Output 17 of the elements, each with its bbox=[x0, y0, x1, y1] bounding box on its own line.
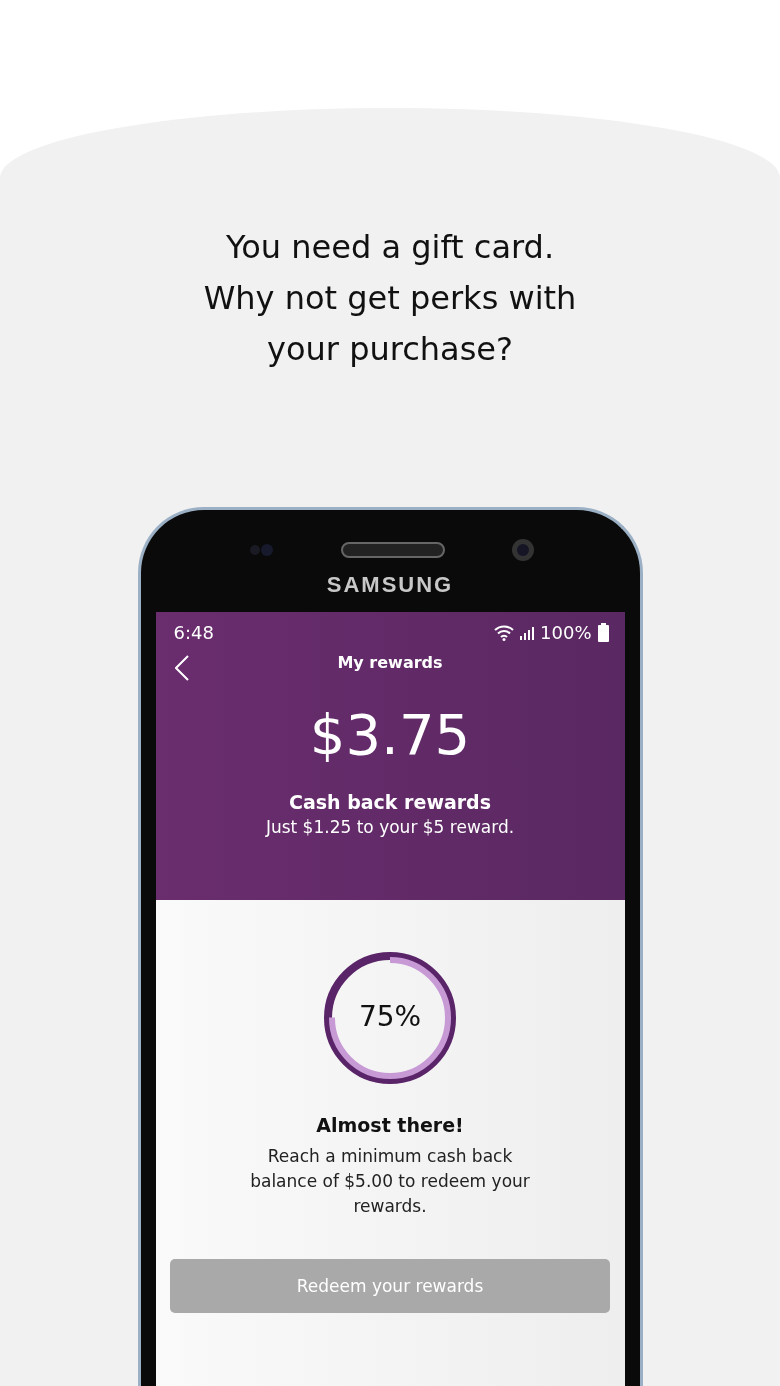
camera-icon bbox=[511, 538, 535, 562]
progress-percent: 75% bbox=[357, 1000, 423, 1033]
message-text: Reach a minimum cash back balance of $5.00 to redeem your rewards. bbox=[249, 1145, 531, 1218]
rewards-note: Just $1.25 to your $5 reward. bbox=[265, 817, 515, 837]
signal-icon bbox=[520, 625, 535, 640]
status-time: 6:48 bbox=[173, 622, 214, 643]
wifi-icon bbox=[494, 624, 515, 641]
phone-brand: SAMSUNG bbox=[326, 572, 454, 598]
headline: You need a gift card. Why not get perks with your purchase? bbox=[203, 227, 577, 370]
rewards-amount: $3.75 bbox=[309, 702, 471, 767]
rewards-subtitle: Cash back rewards bbox=[288, 791, 492, 813]
battery-percent: 100% bbox=[540, 622, 592, 643]
back-icon[interactable] bbox=[174, 655, 189, 681]
battery-icon bbox=[597, 623, 609, 642]
speaker-grille-icon bbox=[341, 542, 445, 558]
message-title: Almost there! bbox=[316, 1114, 464, 1136]
screen-title: My rewards bbox=[337, 653, 443, 672]
